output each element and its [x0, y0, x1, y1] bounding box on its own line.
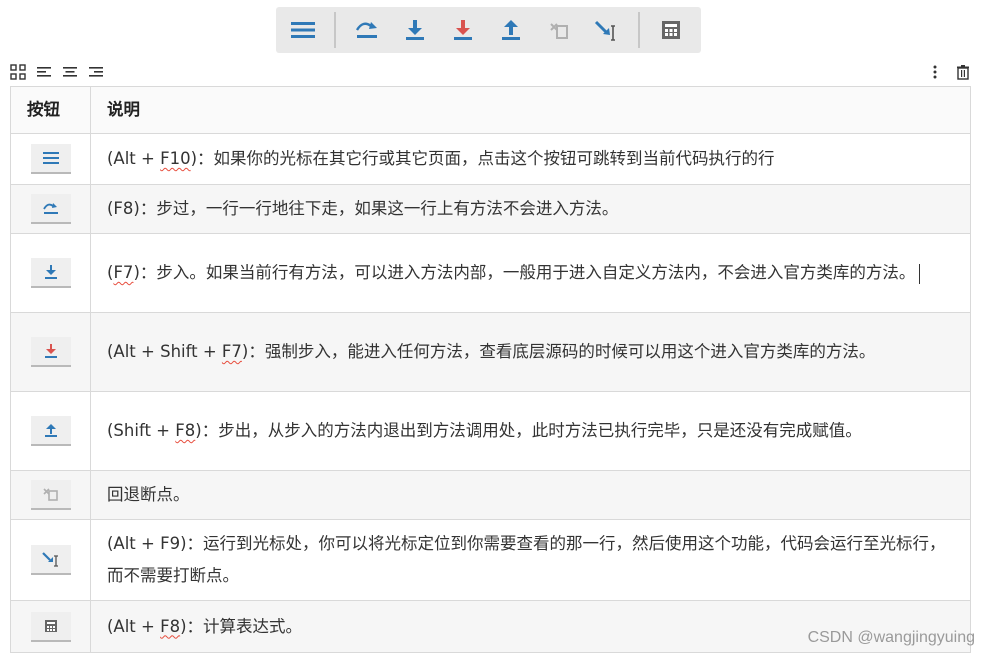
table-tools: [10, 62, 971, 82]
drop-frame-icon: [550, 23, 568, 39]
icon-cell: [10, 470, 91, 520]
desc-suffix: )：如果你的光标在其它行或其它页面，点击这个按钮可跳转到当前代码执行的行: [190, 149, 775, 168]
step-out-button[interactable]: [492, 12, 530, 48]
toolbar-separator: [638, 12, 640, 48]
icon-cell: [10, 233, 91, 313]
table-row: (Alt + Shift + F7)：强制步入，能进入任何方法，查看底层源码的时…: [10, 312, 971, 392]
desc-key: F7: [221, 342, 242, 361]
desc-suffix: )：强制步入，能进入任何方法，查看底层源码的时候可以用这个进入官方类库的方法。: [241, 342, 876, 361]
desc-key: F10: [160, 149, 191, 168]
icon-cell: [10, 391, 91, 471]
evaluate-expression-icon: [30, 611, 71, 642]
step-over-icon: [30, 194, 71, 224]
evaluate-expression-icon: [662, 21, 680, 39]
desc-text: (F8)：步过，一行一行地往下走，如果这一行上有方法不会进入方法。: [107, 199, 619, 218]
table-row: (F7)：步入。如果当前行有方法，可以进入方法内部，一般用于进入自定义方法内，不…: [10, 233, 971, 313]
show-execution-point-icon: [291, 22, 315, 38]
desc-key: F8: [160, 616, 181, 636]
more-vertical-icon[interactable]: [927, 64, 943, 80]
desc-key: F8: [175, 421, 196, 440]
drop-frame-button[interactable]: [540, 12, 578, 48]
icon-cell: [10, 600, 91, 653]
run-to-cursor-icon: [594, 20, 615, 41]
table-row: (Shift + F8)：步出，从步入的方法内退出到方法调用处，此时方法已执行完…: [10, 391, 971, 471]
desc-prefix: (Alt + Shift +: [107, 342, 222, 361]
table-row: (F8)：步过，一行一行地往下走，如果这一行上有方法不会进入方法。: [10, 184, 971, 234]
step-out-icon: [30, 416, 71, 446]
description-cell: (Alt + Shift + F7)：强制步入，能进入任何方法，查看底层源码的时…: [90, 312, 971, 392]
step-out-icon: [502, 20, 520, 40]
show-execution-point-button[interactable]: [284, 12, 322, 48]
grid-icon[interactable]: [10, 64, 26, 80]
force-step-into-icon: [454, 20, 472, 40]
table-row: (Alt + F9)：运行到光标处，你可以将光标定位到你需要查看的那一行，然后使…: [10, 519, 971, 601]
drop-frame-icon: [30, 480, 71, 510]
evaluate-expression-button[interactable]: [652, 12, 690, 48]
table-row: 回退断点。: [10, 470, 971, 520]
run-to-cursor-icon: [30, 545, 71, 575]
desc-suffix: )：步入。如果当前行有方法，可以进入方法内部，一般用于进入自定义方法内，不会进入…: [133, 263, 916, 282]
run-to-cursor-button[interactable]: [588, 12, 626, 48]
column-header-description: 说明: [90, 86, 971, 134]
debug-toolbar: [276, 7, 701, 53]
icon-cell: [10, 184, 91, 234]
desc-text: (Alt + F9)：运行到光标处，你可以将光标定位到你需要查看的那一行，然后使…: [107, 534, 946, 585]
trash-icon[interactable]: [955, 64, 971, 80]
column-header-buttons: 按钮: [10, 86, 91, 134]
toolbar-separator: [334, 12, 336, 48]
description-cell: (Alt + F10)：如果你的光标在其它行或其它页面，点击这个按钮可跳转到当前…: [90, 133, 971, 185]
step-into-icon: [406, 20, 424, 40]
show-execution-point-icon: [30, 144, 71, 174]
force-step-into-icon: [30, 337, 71, 367]
table-tools-right: [927, 64, 971, 80]
step-over-button[interactable]: [348, 12, 386, 48]
desc-prefix: (Alt +: [107, 616, 161, 636]
table-row: (Alt + F10)：如果你的光标在其它行或其它页面，点击这个按钮可跳转到当前…: [10, 133, 971, 185]
watermark: CSDN @wangjingyuing: [807, 629, 975, 646]
description-cell: (F7)：步入。如果当前行有方法，可以进入方法内部，一般用于进入自定义方法内，不…: [90, 233, 971, 313]
debugger-buttons-table: 按钮 说明 (Alt + F10)：如果你的光标在其它行或其它页面，点击这个按钮…: [10, 86, 971, 653]
text-caret: [919, 263, 921, 284]
align-left-icon[interactable]: [36, 64, 52, 80]
desc-suffix: )：步出，从步入的方法内退出到方法调用处，此时方法已执行完毕，只是还没有完成赋值…: [195, 421, 862, 440]
description-cell: (F8)：步过，一行一行地往下走，如果这一行上有方法不会进入方法。: [90, 184, 971, 234]
desc-key: F7: [113, 263, 134, 282]
desc-text: 回退断点。: [107, 485, 190, 504]
icon-cell: [10, 133, 91, 185]
step-into-button[interactable]: [396, 12, 434, 48]
table-header-row: 按钮 说明: [10, 86, 971, 134]
description-cell: 回退断点。: [90, 470, 971, 520]
force-step-into-button[interactable]: [444, 12, 482, 48]
icon-cell: [10, 519, 91, 601]
step-over-icon: [355, 22, 377, 38]
desc-prefix: (Shift +: [107, 421, 176, 440]
step-into-icon: [30, 258, 71, 288]
align-center-icon[interactable]: [62, 64, 78, 80]
table-tools-left: [10, 64, 104, 80]
align-right-icon[interactable]: [88, 64, 104, 80]
description-cell: (Shift + F8)：步出，从步入的方法内退出到方法调用处，此时方法已执行完…: [90, 391, 971, 471]
desc-prefix: (Alt +: [107, 149, 161, 168]
desc-suffix: )：计算表达式。: [180, 616, 303, 636]
icon-cell: [10, 312, 91, 392]
description-cell: (Alt + F9)：运行到光标处，你可以将光标定位到你需要查看的那一行，然后使…: [90, 519, 971, 601]
